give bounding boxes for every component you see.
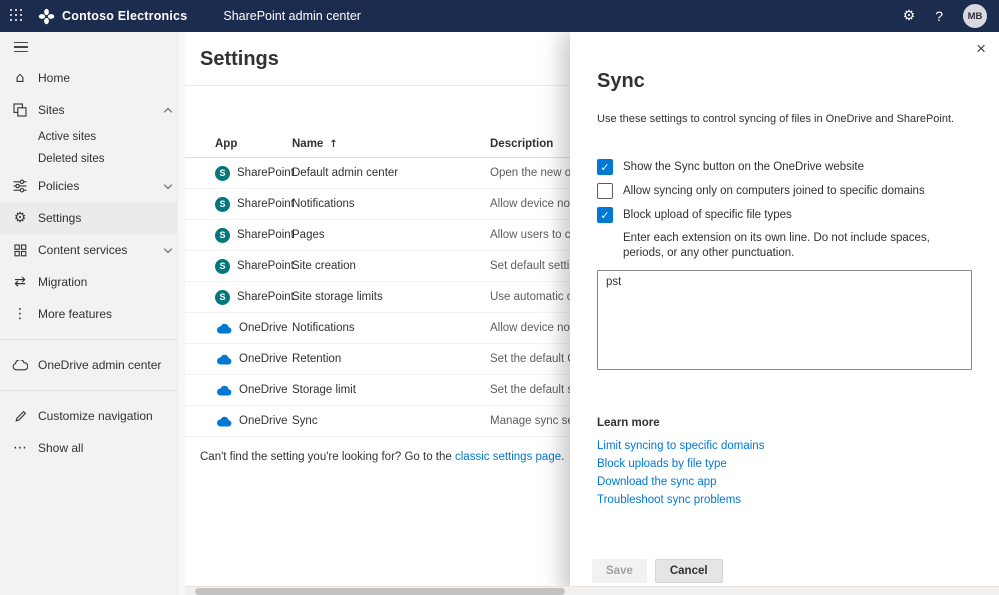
collapse-nav-button[interactable] xyxy=(0,32,185,62)
topbar-actions: ⚙ ? MB xyxy=(903,4,999,28)
contoso-logo-icon xyxy=(38,8,55,25)
brand: Contoso Electronics xyxy=(38,8,187,25)
link-block-uploads[interactable]: Block uploads by file type xyxy=(597,455,972,473)
sidebar-item-home[interactable]: ⌂ Home xyxy=(0,62,185,94)
app-launcher-icon[interactable] xyxy=(0,0,34,32)
panel-title: Sync xyxy=(597,70,645,92)
sharepoint-icon: S xyxy=(215,227,230,243)
sync-panel: × Sync Use these settings to control syn… xyxy=(570,32,999,595)
checkbox-show-sync-button[interactable]: ✓ xyxy=(597,159,613,175)
sidebar-item-deleted-sites[interactable]: Deleted sites xyxy=(0,148,185,170)
settings-gear-icon[interactable]: ⚙ xyxy=(903,8,916,24)
sidebar-item-show-all[interactable]: ⋯ Show all xyxy=(0,432,185,464)
sidebar-item-active-sites[interactable]: Active sites xyxy=(0,126,185,148)
check-icon: ✓ xyxy=(600,208,610,222)
sidebar-divider xyxy=(0,339,185,340)
save-button[interactable]: Save xyxy=(592,559,647,583)
chevron-down-icon xyxy=(163,244,173,253)
onedrive-icon xyxy=(215,354,232,365)
sharepoint-icon: S xyxy=(215,165,230,181)
sidebar-item-customize-navigation[interactable]: Customize navigation xyxy=(0,400,185,432)
classic-settings-link[interactable]: classic settings page xyxy=(455,451,561,463)
onedrive-icon xyxy=(215,416,232,427)
sidebar-item-migration[interactable]: ⇄ Migration xyxy=(0,266,185,298)
onedrive-icon xyxy=(215,323,232,334)
sharepoint-icon: S xyxy=(215,196,230,212)
sidebar-scrollbar[interactable] xyxy=(177,32,185,595)
sidebar: ⌂ Home Sites Active sites Deleted sites … xyxy=(0,32,185,595)
help-icon[interactable]: ? xyxy=(935,8,943,24)
checkbox-row: ✓ Show the Sync button on the OneDrive w… xyxy=(597,159,972,175)
learn-more-title: Learn more xyxy=(597,417,660,429)
more-features-icon: ⋮ xyxy=(13,306,27,322)
account-avatar[interactable]: MB xyxy=(963,4,987,28)
onedrive-cloud-icon xyxy=(12,359,28,371)
top-bar: Contoso Electronics SharePoint admin cen… xyxy=(0,0,999,32)
checkbox-block-file-types[interactable]: ✓ xyxy=(597,207,613,223)
sidebar-item-more-features[interactable]: ⋮ More features xyxy=(0,298,185,330)
sharepoint-icon: S xyxy=(215,258,230,274)
check-icon: ✓ xyxy=(600,160,610,174)
home-icon: ⌂ xyxy=(15,70,25,86)
checkbox-row: ✓ Allow syncing only on computers joined… xyxy=(597,183,972,199)
checkbox-domain-joined-sync[interactable]: ✓ xyxy=(597,183,613,199)
link-download-sync-app[interactable]: Download the sync app xyxy=(597,473,972,491)
chevron-down-icon xyxy=(163,180,173,189)
column-header-name[interactable]: Name ↑ xyxy=(292,138,490,150)
content-services-icon xyxy=(12,243,28,257)
chevron-up-icon xyxy=(163,107,173,116)
horizontal-scrollbar[interactable] xyxy=(185,586,999,595)
sidebar-item-sites[interactable]: Sites xyxy=(0,94,185,126)
scrollbar-thumb[interactable] xyxy=(195,588,565,595)
ellipsis-icon: ⋯ xyxy=(13,440,27,456)
sort-ascending-icon: ↑ xyxy=(329,138,338,150)
sidebar-item-content-services[interactable]: Content services xyxy=(0,234,185,266)
checkbox-row: ✓ Block upload of specific file types xyxy=(597,207,972,223)
policies-icon xyxy=(12,179,28,193)
app-title: SharePoint admin center xyxy=(223,9,361,23)
hamburger-icon xyxy=(14,41,28,53)
sidebar-item-onedrive-admin-center[interactable]: OneDrive admin center xyxy=(0,349,185,381)
panel-description: Use these settings to control syncing of… xyxy=(597,113,955,125)
learn-more-section: Learn more Limit syncing to specific dom… xyxy=(597,417,972,509)
blocked-extensions-input[interactable]: pst xyxy=(597,270,972,370)
pencil-icon xyxy=(12,410,28,423)
link-troubleshoot-sync[interactable]: Troubleshoot sync problems xyxy=(597,491,972,509)
sidebar-item-policies[interactable]: Policies xyxy=(0,170,185,202)
extensions-help-text: Enter each extension on its own line. Do… xyxy=(623,232,930,259)
column-header-app[interactable]: App xyxy=(215,138,292,150)
link-limit-syncing[interactable]: Limit syncing to specific domains xyxy=(597,437,972,455)
panel-footer: Save Cancel xyxy=(592,559,723,583)
sidebar-divider xyxy=(0,390,185,391)
migration-icon: ⇄ xyxy=(14,274,26,290)
close-icon[interactable]: × xyxy=(976,40,986,57)
onedrive-icon xyxy=(215,385,232,396)
gear-icon: ⚙ xyxy=(13,210,27,226)
sidebar-item-settings[interactable]: ⚙ Settings xyxy=(0,202,185,234)
brand-name: Contoso Electronics xyxy=(62,9,188,23)
cancel-button[interactable]: Cancel xyxy=(654,559,723,583)
sharepoint-icon: S xyxy=(215,289,230,305)
sites-icon xyxy=(12,103,28,117)
